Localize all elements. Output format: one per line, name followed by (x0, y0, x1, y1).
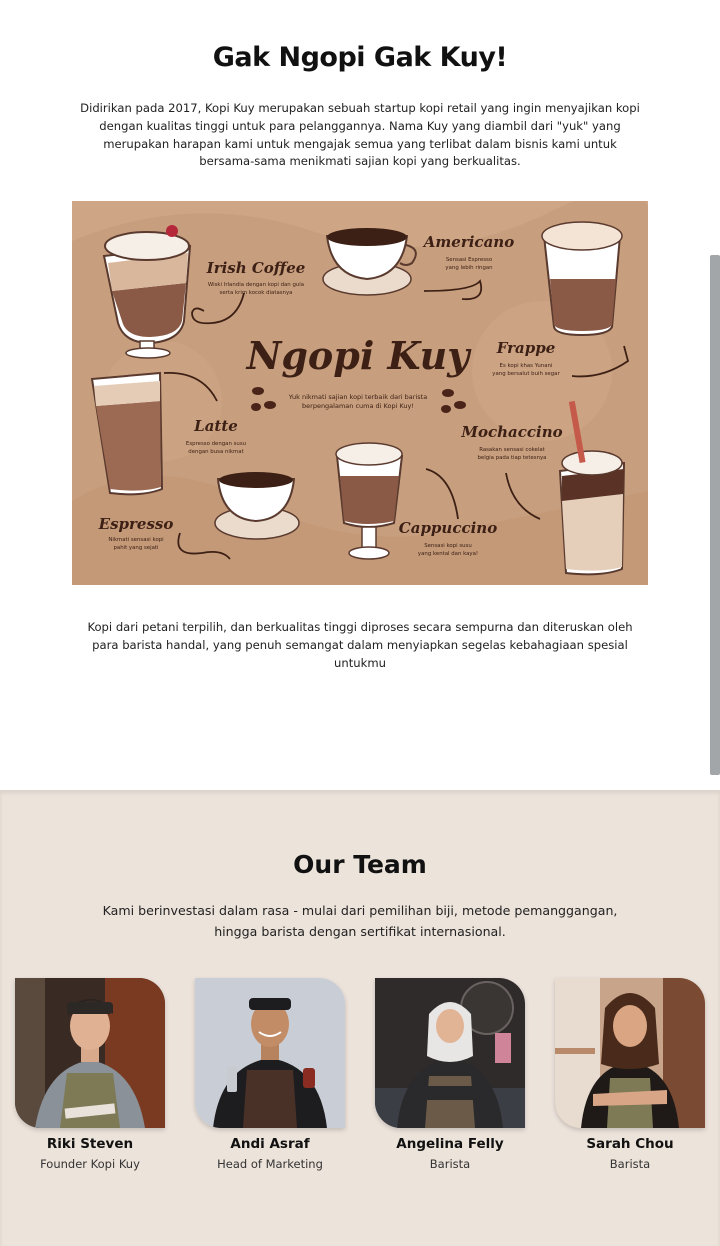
team-intro: Kami berinvestasi dalam rasa - mulai dar… (102, 903, 618, 939)
menu-item-name: Americano (422, 233, 514, 251)
team-member-role: Barista (429, 1157, 471, 1171)
menu-item-name: Cappuccino (399, 519, 497, 537)
page-scrollbar[interactable] (710, 255, 720, 775)
team-member-name: Sarah Chou (586, 1136, 674, 1152)
team-title: Our Team (293, 850, 427, 879)
menu-item-desc: serta krim kocok diatasnya (220, 290, 293, 296)
menu-item-desc: Nikmati sensasi kopi (108, 537, 163, 543)
menu-board-tagline-1: Yuk nikmati sajian kopi terbaik dari bar… (288, 393, 427, 401)
team-member-role: Founder Kopi Kuy (40, 1157, 140, 1171)
menu-item-desc: yang bersalut buih segar (492, 371, 560, 377)
team-member-name: Andi Asraf (230, 1136, 310, 1152)
menu-item-name: Frappe (496, 339, 556, 357)
menu-item-desc: dengan busa nikmat (188, 449, 243, 455)
team-member-name: Riki Steven (46, 1136, 134, 1152)
team-member-card: Riki Steven Founder Kopi Kuy (15, 978, 165, 1178)
menu-item-name: Espresso (98, 515, 174, 533)
menu-item-desc: belgia pada tiap tetesnya (478, 455, 547, 461)
about-title: Gak Ngopi Gak Kuy! (212, 42, 508, 73)
menu-item-desc: yang lebih ringan (445, 265, 492, 271)
team-member-photo (15, 978, 165, 1128)
team-section: Our Team Kami berinvestasi dalam rasa - … (0, 790, 720, 1246)
team-member-photo (375, 978, 525, 1128)
espresso-drink (214, 472, 300, 540)
team-member-role: Barista (609, 1157, 651, 1171)
menu-item-desc: Wiski Irlandia dengan kopi dan gula (208, 282, 304, 288)
frappe-drink (541, 221, 623, 337)
about-intro: Didirikan pada 2017, Kopi Kuy merupakan … (80, 101, 640, 169)
menu-item-name: Latte (193, 417, 238, 435)
team-member-role: Head of Marketing (217, 1157, 323, 1171)
about-section: Gak Ngopi Gak Kuy! Didirikan pada 2017, … (0, 0, 720, 790)
team-member-card: Andi Asraf Head of Marketing (195, 978, 345, 1178)
team-member-card: Sarah Chou Barista (555, 978, 705, 1178)
menu-item-name: Irish Coffee (206, 259, 306, 277)
menu-item-desc: Sensasi Espresso (446, 257, 492, 263)
menu-item-desc: Espresso dengan susu (186, 441, 246, 447)
menu-item-desc: Es kopi khas Yunani (500, 363, 553, 369)
team-member-photo (195, 978, 345, 1128)
menu-item-desc: pahit yang sejati (113, 545, 158, 551)
team-member-name: Angelina Felly (396, 1136, 504, 1152)
menu-item-name: Mochaccino (460, 423, 562, 441)
team-member-photo (555, 978, 705, 1128)
menu-item-desc: yang kental dan kaya! (418, 551, 478, 557)
menu-board-tagline-2: berpengalaman cuma di Kopi Kuy! (302, 402, 414, 410)
menu-item-desc: Rasakan sensasi cokelat (479, 447, 545, 453)
about-outro: Kopi dari petani terpilih, dan berkualit… (87, 620, 633, 670)
team-member-card: Angelina Felly Barista (375, 978, 525, 1178)
menu-item-desc: Sensasi kopi susu (424, 543, 472, 549)
menu-board-title: Ngopi Kuy (246, 333, 473, 378)
menu-board-image: Ngopi Kuy Yuk nikmati sajian kopi terbai… (72, 201, 648, 585)
